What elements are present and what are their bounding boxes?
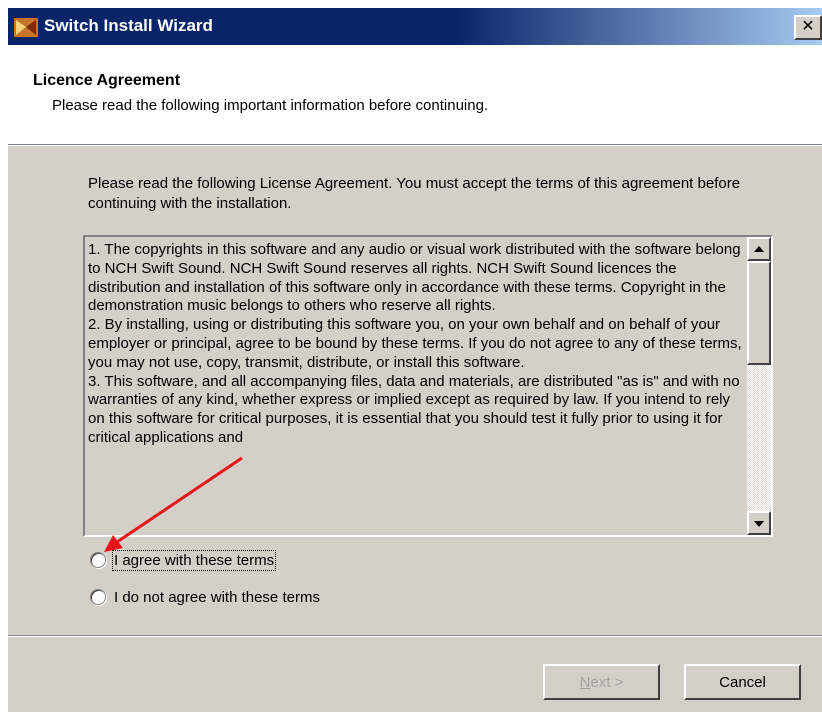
annotation-arrow-line bbox=[116, 456, 243, 544]
annotation-arrow-head bbox=[104, 535, 123, 552]
annotation-overlay bbox=[104, 456, 243, 552]
